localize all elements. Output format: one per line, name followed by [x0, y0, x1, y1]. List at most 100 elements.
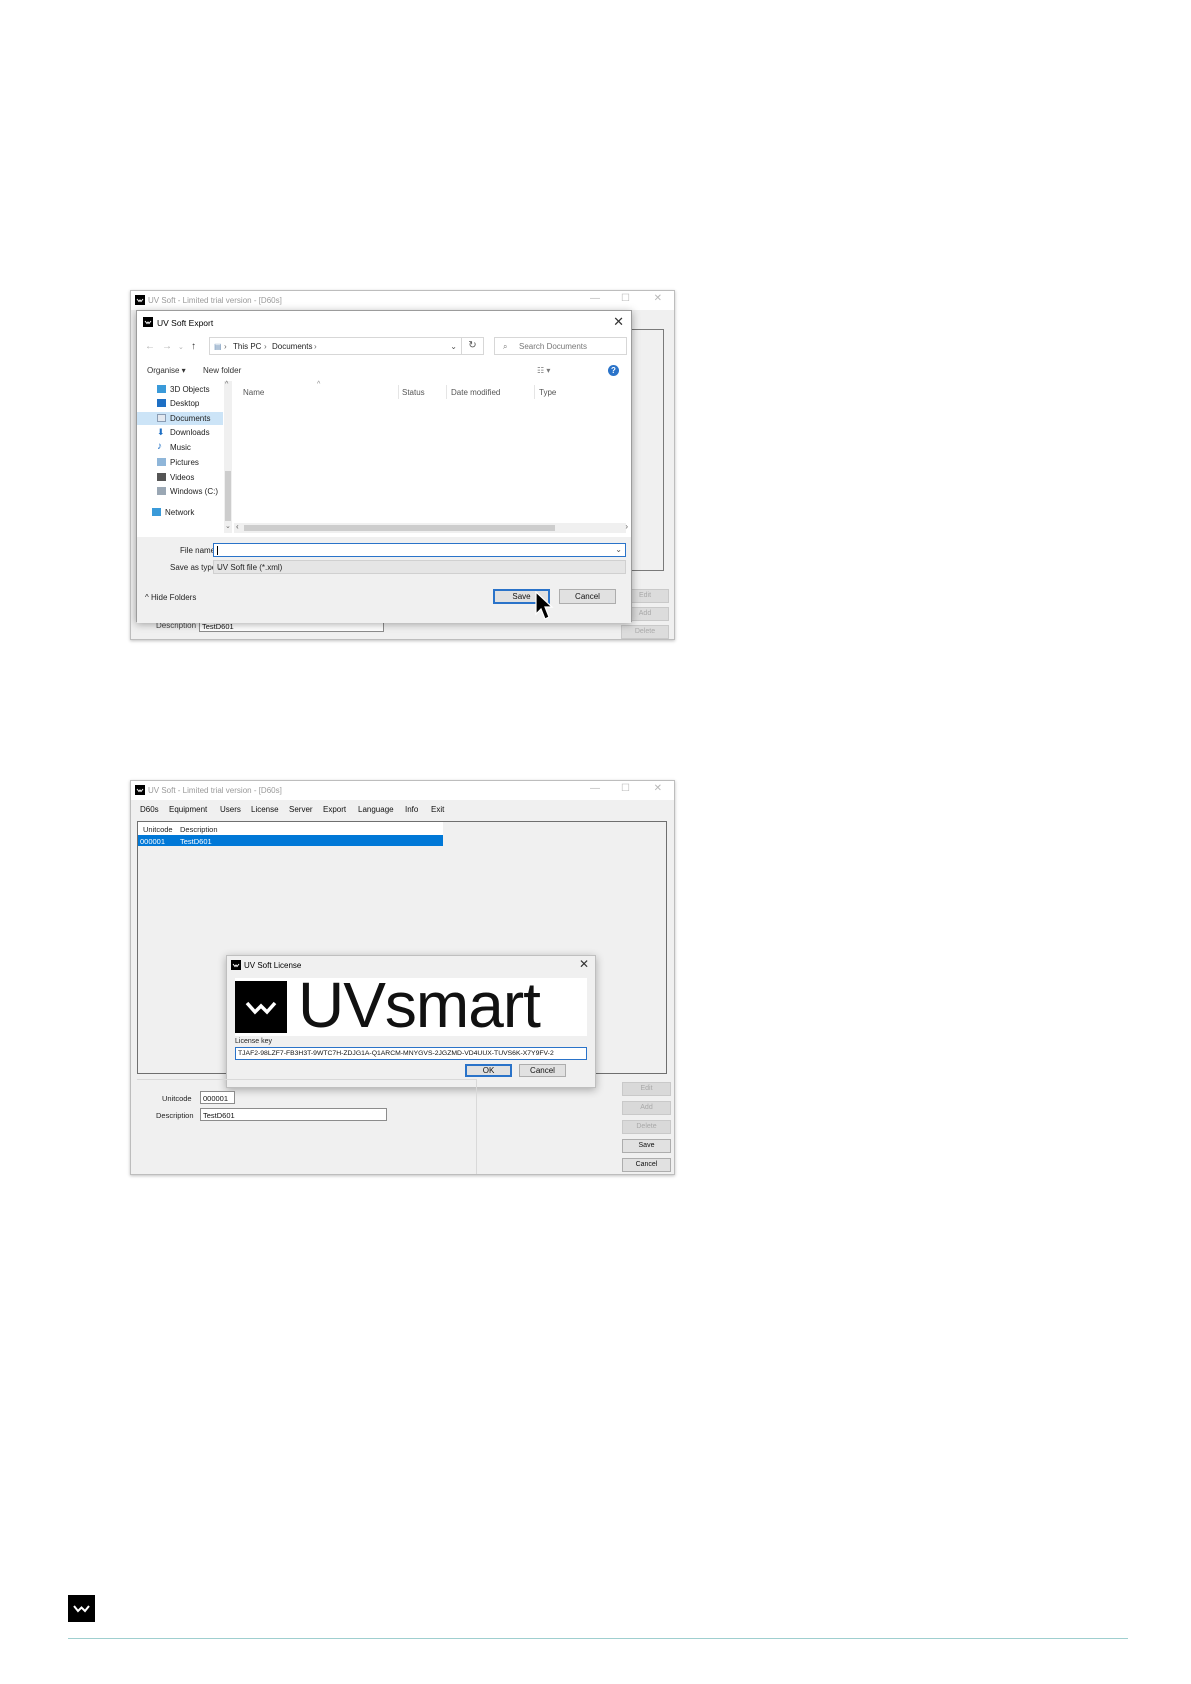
nav-scrollbar[interactable]: ^ ⌄ — [224, 381, 232, 533]
uvsoft-logo-icon — [135, 785, 145, 795]
address-bar[interactable]: ▤ › This PC › Documents › ⌄ — [209, 337, 462, 355]
nav-item-pictures[interactable]: Pictures — [137, 456, 223, 469]
maximize-icon[interactable]: ☐ — [621, 784, 630, 794]
window-title: UV Soft - Limited trial version - [D60s] — [148, 786, 282, 795]
videos-icon — [157, 473, 166, 481]
dialog-close-icon[interactable]: ✕ — [613, 314, 624, 330]
minimize-icon[interactable]: — — [590, 784, 600, 794]
view-options-icon[interactable]: ☷ ▾ — [537, 366, 550, 375]
close-icon[interactable]: ✕ — [654, 784, 662, 794]
uvsoft-logo-icon — [135, 295, 145, 305]
help-icon[interactable]: ? — [608, 365, 619, 376]
column-date-modified[interactable]: Date modified — [451, 388, 500, 397]
up-arrow-icon[interactable]: ↑ — [191, 341, 196, 352]
save-button[interactable]: Save — [622, 1139, 671, 1153]
cancel-button[interactable]: Cancel — [622, 1158, 671, 1172]
header-description[interactable]: Description — [180, 825, 218, 834]
address-dropdown-icon[interactable]: ⌄ — [450, 342, 457, 351]
save-dialog: UV Soft Export ✕ ← → ⌄ ↑ ▤ › This PC › D… — [136, 310, 632, 623]
license-dialog: UV Soft License ✕ UVsmart License key TJ… — [226, 955, 596, 1088]
nav-item-downloads[interactable]: ⬇ Downloads — [137, 426, 223, 439]
header-unitcode[interactable]: Unitcode — [143, 825, 173, 834]
cancel-button[interactable]: Cancel — [559, 589, 616, 604]
save-options-area: File name: ⌄ Save as type: UV Soft file … — [137, 537, 631, 623]
nav-item-music[interactable]: ♪ Music — [137, 441, 223, 454]
edit-button[interactable]: Edit — [622, 1082, 671, 1096]
documents-icon — [157, 414, 166, 422]
type-dropdown-icon[interactable]: ⌄ — [217, 563, 622, 572]
nav-item-3d-objects[interactable]: 3D Objects — [137, 383, 223, 396]
uvsmart-logo: UVsmart — [235, 973, 587, 1037]
delete-button[interactable]: Delete — [622, 1120, 671, 1134]
recent-chevron-icon[interactable]: ⌄ — [178, 343, 184, 351]
column-name[interactable]: Name — [243, 388, 264, 397]
unit-list: Unitcode Description 000001 TestD601 UV … — [137, 821, 667, 1088]
close-icon[interactable]: ✕ — [654, 294, 662, 304]
ok-button[interactable]: OK — [465, 1064, 512, 1077]
app-title-bar: UV Soft - Limited trial version - [D60s]… — [131, 781, 674, 800]
search-placeholder: Search Documents — [519, 342, 588, 351]
license-dialog-title: UV Soft License — [244, 961, 302, 970]
hide-folders-toggle[interactable]: ^ Hide Folders — [145, 593, 196, 602]
music-icon: ♪ — [157, 441, 162, 452]
forward-arrow-icon[interactable]: → — [162, 341, 172, 352]
nav-item-network[interactable]: Network — [137, 506, 223, 519]
mouse-cursor-icon — [535, 591, 554, 620]
unitcode-field[interactable]: 000001 — [200, 1091, 235, 1104]
file-list: Name ^ Status Date modified Type ‹ › — [234, 381, 632, 533]
scroll-right-icon[interactable]: › — [625, 522, 628, 531]
save-as-type-select[interactable]: UV Soft file (*.xml) ⌄ — [213, 560, 626, 574]
refresh-icon[interactable]: ↻ — [462, 337, 484, 355]
menu-bar: D60s Equipment Users License Server Expo… — [131, 800, 674, 818]
nav-item-documents[interactable]: Documents — [137, 412, 223, 425]
horizontal-scrollbar[interactable]: ‹ › — [234, 522, 628, 533]
add-button[interactable]: Add — [622, 1101, 671, 1115]
hscroll-thumb[interactable] — [244, 525, 555, 531]
menu-export[interactable]: Export — [323, 805, 346, 814]
export-dialog-screenshot: UV Soft - Limited trial version - [D60s]… — [130, 290, 675, 640]
license-key-label: License key — [235, 1038, 272, 1045]
menu-info[interactable]: Info — [405, 805, 418, 814]
maximize-icon[interactable]: ☐ — [621, 294, 630, 304]
uvsmart-wordmark: UVsmart — [298, 969, 541, 1041]
nav-item-videos[interactable]: Videos — [137, 471, 223, 484]
menu-equipment[interactable]: Equipment — [169, 805, 207, 814]
app-title-bar: UV Soft - Limited trial version - [D60s]… — [131, 291, 674, 310]
bg-delete-button[interactable]: Delete — [621, 625, 669, 639]
scroll-left-icon[interactable]: ‹ — [236, 522, 239, 531]
breadcrumb-this-pc[interactable]: This PC — [233, 342, 261, 351]
search-documents-input[interactable]: ⌕ Search Documents — [494, 337, 627, 355]
file-name-dropdown-icon[interactable]: ⌄ — [615, 545, 622, 554]
table-row[interactable]: 000001 TestD601 — [138, 835, 443, 846]
back-arrow-icon[interactable]: ← — [145, 341, 155, 352]
file-name-input[interactable]: ⌄ — [213, 543, 626, 557]
new-folder-button[interactable]: New folder — [203, 366, 241, 375]
unit-form: Unitcode 000001 Description TestD601 — [137, 1079, 477, 1174]
scroll-thumb[interactable] — [225, 471, 231, 521]
scroll-up-icon[interactable]: ^ — [225, 381, 228, 388]
this-pc-icon: ▤ — [214, 342, 222, 351]
toolbar: Organise ▾ New folder ☷ ▾ ? — [137, 361, 631, 381]
license-dialog-screenshot: UV Soft - Limited trial version - [D60s]… — [130, 780, 675, 1175]
menu-users[interactable]: Users — [220, 805, 241, 814]
description-field[interactable]: TestD601 — [200, 1108, 387, 1121]
nav-item-windows-c[interactable]: Windows (C:) — [137, 485, 223, 498]
column-type[interactable]: Type — [539, 388, 556, 397]
nav-item-desktop[interactable]: Desktop — [137, 397, 223, 410]
dialog-logo-icon — [143, 317, 153, 327]
menu-d60s[interactable]: D60s — [140, 805, 159, 814]
menu-language[interactable]: Language — [358, 805, 394, 814]
menu-exit[interactable]: Exit — [431, 805, 444, 814]
minimize-icon[interactable]: — — [590, 294, 600, 304]
license-cancel-button[interactable]: Cancel — [519, 1064, 566, 1077]
scroll-down-icon[interactable]: ⌄ — [225, 522, 231, 530]
breadcrumb-documents[interactable]: Documents — [272, 342, 312, 351]
menu-license[interactable]: License — [251, 805, 279, 814]
license-key-input[interactable]: TJAF2-98LZF7-FB3H3T-9WTC7H-ZDJG1A-Q1ARCM… — [235, 1047, 587, 1060]
menu-server[interactable]: Server — [289, 805, 313, 814]
uvsmart-mark-icon — [235, 981, 287, 1033]
column-status[interactable]: Status — [402, 388, 425, 397]
pictures-icon — [157, 458, 166, 466]
license-close-icon[interactable]: ✕ — [579, 957, 589, 971]
organise-button[interactable]: Organise ▾ — [147, 366, 186, 375]
